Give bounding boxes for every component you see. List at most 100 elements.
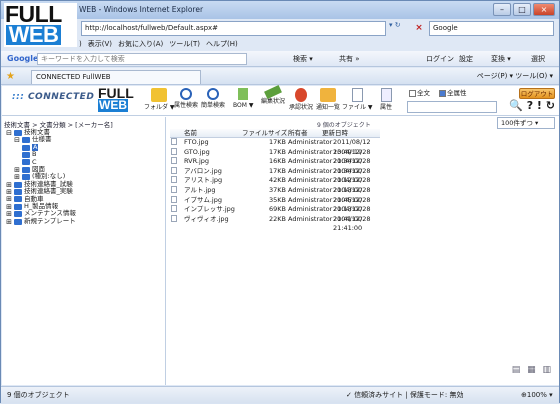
notification-list-button[interactable]: 通知一覧: [316, 88, 340, 111]
menu-tools[interactable]: ツール(T): [169, 38, 200, 50]
status-left: 9 個のオブジェクト: [7, 391, 70, 399]
menu-prefix: ): [79, 40, 82, 48]
quick-search-input[interactable]: [407, 101, 497, 113]
file-owner: Administrator: [288, 157, 333, 166]
search-box[interactable]: Google: [429, 21, 554, 36]
refresh-icon[interactable]: ▾ ↻: [389, 21, 409, 36]
expand-icon[interactable]: ⊞: [6, 211, 12, 218]
file-row[interactable]: イプサム.jpg 35KB Administrator 2004/12/28 21:1…: [170, 195, 380, 213]
menu-help[interactable]: ヘルプ(H): [206, 38, 238, 50]
expand-icon[interactable]: ⊞: [14, 166, 20, 173]
view-mode-icons[interactable]: ▤ ▦ ▥: [512, 365, 553, 375]
google-share-button[interactable]: 共有 »: [339, 51, 360, 67]
all-attributes-checkbox[interactable]: 全属性: [439, 89, 467, 98]
google-settings-button[interactable]: 設定: [459, 51, 473, 67]
browser-tab[interactable]: CONNECTED FullWEB: [31, 70, 201, 84]
file-owner: Administrator: [288, 195, 333, 204]
tree-node[interactable]: ⊞ 新規テンプレート: [6, 217, 76, 225]
folder-icon: [14, 188, 22, 195]
menu-view[interactable]: 表示(V): [88, 38, 112, 50]
expand-icon[interactable]: ⊞: [6, 203, 12, 210]
folder-button[interactable]: フォルダ ▼: [144, 88, 175, 111]
file-row[interactable]: インプレッサ.jpg 69KB Administrator 2004/12/28 21…: [170, 205, 380, 223]
app-header: ::: CONNECTED FULL WEB フォルダ ▼ 属性検索 簡単検索 …: [2, 84, 559, 116]
file-size: 35KB: [269, 195, 286, 204]
edit-status-button[interactable]: 編集状況: [261, 84, 285, 105]
favorites-star-icon[interactable]: ★: [6, 68, 15, 85]
file-icon: [171, 195, 177, 203]
file-row[interactable]: ヴィヴィオ.jpg 22KB Administrator 2004/12/28 21:…: [170, 214, 380, 232]
command-bar[interactable]: ページ(P) ▾ ツール(O) ▾: [477, 68, 553, 85]
file-name[interactable]: イプサム.jpg: [184, 196, 222, 206]
expand-icon[interactable]: ⊞: [6, 181, 12, 188]
close-button[interactable]: ×: [533, 3, 555, 16]
logo-web-text: WEB: [6, 24, 61, 46]
col-size[interactable]: ファイルサイズ: [242, 129, 287, 138]
file-date: 2004/12/28 21:41:00: [333, 214, 371, 233]
expand-icon[interactable]: ⊞: [14, 174, 20, 181]
file-row[interactable]: アルト.jpg 37KB Administrator 2004/12/28 21:45…: [170, 185, 380, 204]
stop-icon[interactable]: ×: [412, 21, 426, 36]
google-translate-button[interactable]: 変換 ▾: [491, 51, 511, 67]
google-search-button[interactable]: 検索 ▾: [293, 51, 313, 67]
file-row[interactable]: アリスト.jpg 42KB Administrator 2004/12/28 21:1…: [170, 176, 380, 194]
tree-node[interactable]: A: [6, 143, 76, 152]
search-help-icons[interactable]: 🔍 ? ! ↻: [509, 100, 555, 112]
google-login-button[interactable]: ログイン: [426, 51, 454, 67]
file-row[interactable]: アバロン.jpg 17KB Administrator 2004/12/28 21:1…: [170, 166, 380, 184]
browser-window: WEB - Windows Internet Explorer – □ × FU…: [0, 0, 560, 403]
file-row[interactable]: FTO.jpg 17KB Administrator 2011/08/12 13:49…: [170, 138, 380, 156]
attribute-search-button[interactable]: 属性検索: [174, 88, 198, 109]
file-name[interactable]: ヴィヴィオ.jpg: [184, 215, 229, 225]
minimize-button[interactable]: –: [493, 3, 511, 16]
pen-icon: [264, 84, 282, 100]
approval-status-button[interactable]: 承認状況: [289, 88, 313, 111]
col-owner[interactable]: 所有者: [288, 129, 308, 138]
file-grid: 名前 ファイルサイズ 所有者 更新日時 FTO.jpg 17KB Administr…: [170, 129, 380, 232]
file-name[interactable]: アルト.jpg: [184, 186, 216, 196]
collapse-icon[interactable]: ⊟: [6, 129, 12, 136]
file-name[interactable]: アリスト.jpg: [184, 176, 222, 186]
fullweb-logo-web: WEB: [98, 98, 128, 112]
google-search-input[interactable]: キーワードを入力して検索: [37, 53, 247, 65]
expand-icon[interactable]: ⊞: [6, 188, 12, 195]
maximize-button[interactable]: □: [513, 3, 531, 16]
fulltext-checkbox[interactable]: 全文: [409, 89, 430, 98]
logout-button[interactable]: ログアウト: [519, 88, 555, 99]
file-name[interactable]: アバロン.jpg: [184, 167, 222, 177]
bom-tree-icon: [238, 88, 249, 100]
attribute-button[interactable]: 属性: [380, 88, 392, 111]
folder-icon: [14, 203, 22, 210]
file-button[interactable]: ファイル ▼: [342, 88, 373, 111]
folder-tree: ⊟ 技術文書 ⊟ 仕様書 A B C ⊞ 図面 ⊞ (種別:なし) ⊞ 技術連絡書_試験 ⊞ 技術連絡書_実…: [6, 128, 76, 225]
file-name[interactable]: インプレッサ.jpg: [184, 205, 235, 215]
tree-node[interactable]: ⊟ 仕様書: [6, 135, 76, 144]
file-size: 17KB: [269, 138, 286, 146]
file-row[interactable]: RVR.jpg 16KB Administrator 2004/12/28 21:34…: [170, 157, 380, 175]
folder-tree-panel: 技術文書 > 文書分類 > [メーカー名] ⊟ 技術文書 ⊟ 仕様書 A B C ⊞ 図面 ⊞ (種…: [2, 117, 166, 385]
google-label: Google: [7, 54, 39, 63]
expand-icon[interactable]: ⊞: [6, 218, 12, 225]
zoom-level[interactable]: ⊕100% ▾: [521, 387, 553, 404]
col-date[interactable]: 更新日時: [322, 129, 348, 138]
attribute-icon: [380, 88, 392, 102]
bom-button[interactable]: BOM ▼: [233, 88, 253, 109]
checkbox-icon: [409, 89, 416, 97]
page-size-select[interactable]: 100件ずつ ▾: [497, 117, 555, 129]
google-select-button[interactable]: 選択: [531, 51, 545, 67]
expand-icon[interactable]: ⊞: [6, 196, 12, 203]
url-input[interactable]: http://localhost/fullweb/Default.aspx#: [81, 21, 386, 36]
file-owner: Administrator: [288, 166, 333, 175]
file-name[interactable]: RVR.jpg: [184, 157, 209, 167]
collapse-icon[interactable]: ⊟: [14, 137, 20, 144]
file-name[interactable]: FTO.jpg: [184, 138, 209, 148]
file-row[interactable]: GTO.jpg 17KB Administrator 2004/12/28 21:34…: [170, 147, 380, 165]
menu-bar: ) 表示(V) お気に入り(A) ツール(T) ヘルプ(H): [79, 38, 238, 50]
simple-search-button[interactable]: 簡単検索: [201, 88, 225, 109]
file-name[interactable]: GTO.jpg: [184, 148, 210, 158]
col-name[interactable]: 名前: [184, 129, 197, 138]
folder-icon: [22, 137, 30, 144]
folder-icon: [14, 129, 22, 136]
menu-favorites[interactable]: お気に入り(A): [118, 38, 163, 50]
tree-node[interactable]: B: [6, 150, 76, 158]
